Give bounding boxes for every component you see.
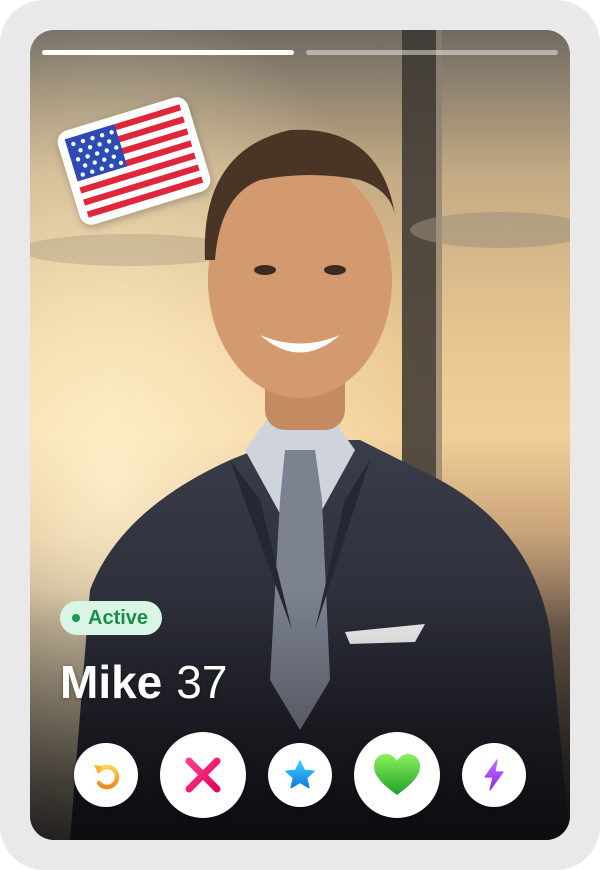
active-status-badge: Active (60, 601, 163, 635)
like-button[interactable] (354, 732, 440, 818)
x-icon (185, 757, 221, 793)
status-label: Active (88, 606, 149, 629)
rewind-button[interactable] (74, 743, 138, 807)
nope-button[interactable] (160, 732, 246, 818)
profile-name-age: Mike 37 (60, 654, 227, 710)
rewind-icon (94, 764, 120, 790)
photo-progress-segment-2[interactable] (306, 50, 558, 55)
action-bar (30, 730, 570, 820)
profile-name: Mike (60, 656, 163, 708)
profile-card[interactable]: Active Mike 37 (30, 30, 570, 840)
phone-frame: Active Mike 37 (0, 0, 600, 870)
lightning-icon (484, 759, 504, 791)
heart-icon (374, 754, 420, 795)
star-icon (285, 760, 315, 789)
photo-progress (42, 50, 558, 55)
profile-age: 37 (176, 656, 228, 708)
photo-progress-segment-1[interactable] (42, 50, 294, 55)
boost-button[interactable] (462, 743, 526, 807)
super-like-button[interactable] (268, 743, 332, 807)
status-dot (72, 614, 80, 622)
